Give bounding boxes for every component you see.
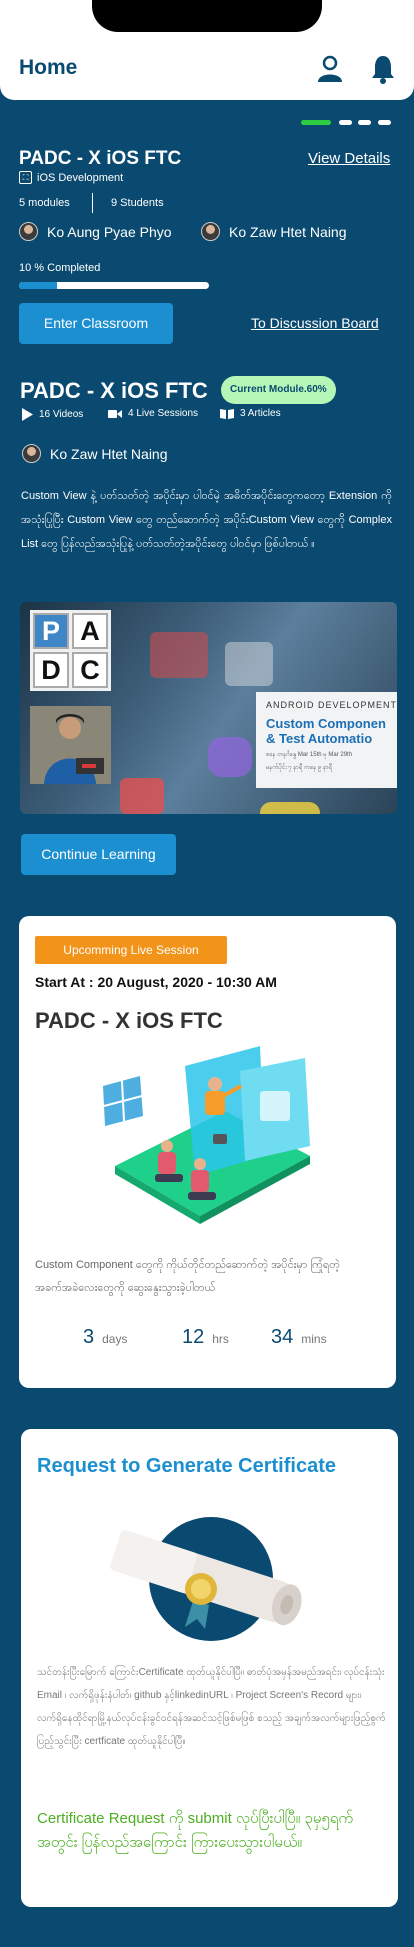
articles-count: 3 Articles bbox=[240, 408, 281, 419]
teacher-photo bbox=[30, 706, 111, 784]
module-teacher: Ko Zaw Htet Naing bbox=[22, 444, 168, 463]
progress-fill bbox=[19, 282, 57, 289]
promo-title-line: & Test Automatio bbox=[266, 731, 373, 746]
live-session-badge: Upcomming Live Session bbox=[35, 936, 227, 964]
current-module-badge: Current Module.60% bbox=[221, 376, 336, 404]
promo-title-line: Custom Componen bbox=[266, 716, 386, 731]
promo-subline: စနေ တနင်္ဂနွေ Mar 15th မှ Mar 29th bbox=[266, 752, 353, 758]
promo-subline: မနက်ပိုင်း ၇ နာရီ ကနေ ၉ နာရီ bbox=[266, 765, 333, 771]
padc-logo: P A D C bbox=[30, 610, 111, 691]
app-icon-shape bbox=[208, 737, 252, 777]
countdown-unit: hrs bbox=[212, 1332, 229, 1346]
page-title: Home bbox=[19, 56, 78, 79]
countdown-unit: mins bbox=[301, 1332, 327, 1346]
video-thumbnail[interactable]: P A D C ANDROID DEVELOPMENT Custom Compo… bbox=[20, 602, 397, 814]
certificate-request-note: Certificate Request ကို submit လုပ်ပြီးပ… bbox=[37, 1810, 354, 1851]
logo-letter: D bbox=[33, 652, 69, 688]
pager-dot[interactable] bbox=[378, 120, 391, 125]
logo-letter: A bbox=[72, 613, 108, 649]
countdown-value: 3 bbox=[83, 1326, 95, 1348]
app-icon-shape bbox=[120, 778, 164, 814]
certificate-card[interactable]: Request to Generate Certificate သင်တန်းပ… bbox=[21, 1429, 398, 1907]
countdown-hours: 12 hrs bbox=[182, 1326, 229, 1349]
discussion-board-link[interactable]: To Discussion Board bbox=[251, 315, 379, 331]
live-start-time: Start At : 20 August, 2020 - 10:30 AM bbox=[35, 974, 277, 990]
subject-label: iOS Development bbox=[37, 171, 124, 184]
videos-count: 16 Videos bbox=[39, 409, 84, 420]
module-title: PADC - X iOS FTC bbox=[20, 378, 208, 403]
certificate-description: သင်တန်းပြီးမြောက် ကြောင်းCertificate ထုတ… bbox=[37, 1667, 386, 1747]
certificate-icon: ⛶ bbox=[19, 171, 32, 184]
teacher-chip: Ko Zaw Htet Naing bbox=[201, 222, 347, 241]
teacher-name: Ko Aung Pyae Phyo bbox=[47, 223, 172, 240]
videos-meta: 16 Videos bbox=[21, 408, 83, 421]
app-icon-shape bbox=[150, 632, 208, 678]
countdown-days: 3 days bbox=[83, 1326, 127, 1349]
logo-letter: P bbox=[33, 613, 69, 649]
live-session-title: PADC - X iOS FTC bbox=[35, 1008, 223, 1033]
countdown-unit: days bbox=[102, 1332, 128, 1346]
avatar bbox=[19, 222, 38, 241]
live-session-card[interactable]: Upcomming Live Session Start At : 20 Aug… bbox=[19, 916, 396, 1388]
logo-letter: C bbox=[72, 652, 108, 688]
live-sessions-meta: 4 Live Sessions bbox=[108, 408, 198, 419]
classroom-illustration bbox=[95, 1046, 330, 1236]
module-description: Custom View နဲ့ ပတ်သတ်တဲ့ အပိုင်းမှာ ပါဝ… bbox=[21, 490, 392, 550]
completed-label: 10 % Completed bbox=[19, 262, 101, 274]
pager-dot[interactable] bbox=[358, 120, 371, 125]
enter-classroom-button[interactable]: Enter Classroom bbox=[19, 303, 173, 344]
certificate-title: Request to Generate Certificate bbox=[37, 1455, 336, 1477]
book-icon bbox=[220, 409, 234, 419]
pager-dot[interactable] bbox=[339, 120, 352, 125]
countdown-value: 34 bbox=[271, 1326, 294, 1348]
bell-icon[interactable] bbox=[370, 54, 396, 84]
video-camera-icon bbox=[108, 409, 122, 418]
course-title: PADC - X iOS FTC bbox=[19, 148, 182, 169]
countdown-value: 12 bbox=[182, 1326, 205, 1348]
live-sessions-count: 4 Live Sessions bbox=[128, 408, 199, 419]
certificate-illustration bbox=[101, 1509, 321, 1649]
live-session-description: Custom Component တွေကို ကိုယ်တိုင်တည်ဆော… bbox=[35, 1259, 340, 1294]
device-notch bbox=[92, 0, 322, 32]
countdown-minutes: 34 mins bbox=[271, 1326, 327, 1349]
teacher-name: Ko Zaw Htet Naing bbox=[50, 445, 168, 462]
students-count: 9 Students bbox=[111, 197, 164, 209]
teacher-name: Ko Zaw Htet Naing bbox=[229, 223, 347, 240]
person-icon[interactable] bbox=[317, 54, 343, 84]
course-subject: ⛶ iOS Development bbox=[19, 171, 123, 184]
stats-divider bbox=[92, 193, 93, 213]
teacher-chip: Ko Aung Pyae Phyo bbox=[19, 222, 172, 241]
pager-dot-active[interactable] bbox=[301, 120, 331, 125]
app-icon-shape bbox=[225, 642, 273, 686]
promo-kicker: ANDROID DEVELOPMENT bbox=[266, 700, 397, 710]
course-progress-bar bbox=[19, 282, 209, 289]
articles-meta: 3 Articles bbox=[220, 408, 281, 419]
app-icon-shape bbox=[260, 802, 320, 814]
continue-learning-button[interactable]: Continue Learning bbox=[21, 834, 176, 875]
view-details-link[interactable]: View Details bbox=[308, 150, 390, 167]
modules-count: 5 modules bbox=[19, 197, 70, 209]
avatar bbox=[22, 444, 41, 463]
course-promo-card: ANDROID DEVELOPMENT Custom Componen & Te… bbox=[256, 692, 397, 788]
play-icon bbox=[22, 408, 33, 421]
avatar bbox=[201, 222, 220, 241]
